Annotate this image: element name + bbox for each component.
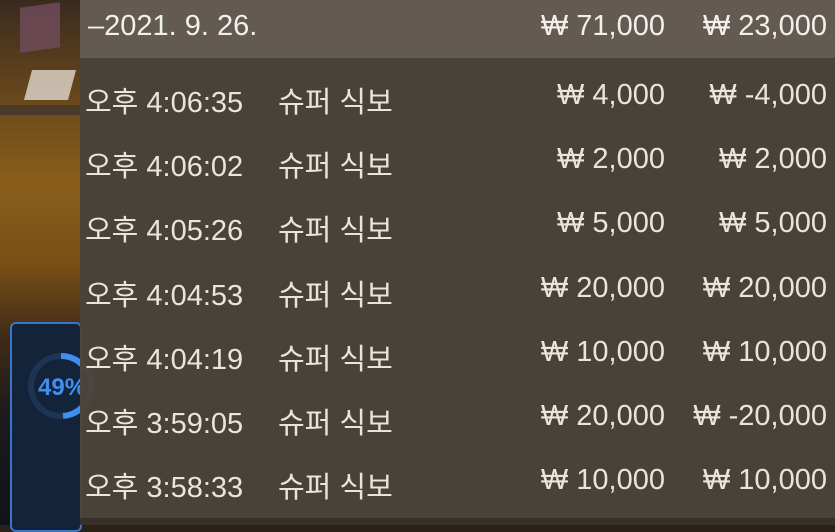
transaction-row[interactable]: 오후 4:04:53 슈퍼 식보 ₩ 20,000 ₩ 20,000: [80, 258, 835, 322]
transaction-balance: ₩ -4,000: [709, 79, 827, 111]
transaction-merchant: 슈퍼 식보: [278, 215, 393, 247]
transaction-balance: ₩ 10,000: [702, 464, 827, 496]
transaction-amount: ₩ 10,000: [540, 336, 665, 368]
transaction-amount: ₩ 5,000: [557, 207, 665, 239]
transaction-merchant: 슈퍼 식보: [278, 280, 393, 312]
transaction-balance: ₩ 5,000: [719, 207, 827, 239]
transaction-time: 오후 4:06:02: [85, 151, 244, 183]
transaction-merchant: 슈퍼 식보: [278, 472, 393, 504]
background-decoration: [23, 70, 77, 100]
transaction-balance: ₩ 20,000: [702, 272, 827, 304]
transaction-time: 오후 4:04:53: [85, 280, 244, 312]
date-label: –2021. 9. 26.: [88, 10, 258, 42]
transaction-balance: ₩ 10,000: [702, 336, 827, 368]
background-decoration: [20, 2, 60, 53]
transaction-time: 오후 4:06:35: [85, 87, 244, 119]
transaction-amount: ₩ 20,000: [540, 272, 665, 304]
transaction-row[interactable]: 오후 3:58:33 슈퍼 식보 ₩ 10,000 ₩ 10,000: [80, 450, 835, 514]
transaction-time: 오후 4:05:26: [85, 215, 244, 247]
transaction-amount: ₩ 20,000: [540, 400, 665, 432]
transaction-amount: ₩ 2,000: [557, 143, 665, 175]
transaction-row[interactable]: 오후 4:06:02 슈퍼 식보 ₩ 2,000 ₩ 2,000: [80, 129, 835, 193]
transaction-time: 오후 3:59:05: [85, 408, 244, 440]
transaction-row[interactable]: 오후 3:59:05 슈퍼 식보 ₩ 20,000 ₩ -20,000: [80, 386, 835, 450]
transaction-row[interactable]: 오후 4:04:19 슈퍼 식보 ₩ 10,000 ₩ 10,000: [80, 322, 835, 386]
transaction-merchant: 슈퍼 식보: [278, 408, 393, 440]
transaction-amount: ₩ 10,000: [540, 464, 665, 496]
transaction-time: 오후 3:58:33: [85, 472, 244, 504]
transaction-merchant: 슈퍼 식보: [278, 87, 393, 119]
background-decoration: [0, 105, 80, 115]
transaction-row[interactable]: 오후 4:05:26 슈퍼 식보 ₩ 5,000 ₩ 5,000: [80, 193, 835, 257]
bottom-edge: [80, 518, 835, 525]
transaction-row[interactable]: 오후 4:06:35 슈퍼 식보 ₩ 4,000 ₩ -4,000: [80, 65, 835, 129]
transaction-balance: ₩ -20,000: [693, 400, 827, 432]
transaction-merchant: 슈퍼 식보: [278, 344, 393, 376]
transaction-merchant: 슈퍼 식보: [278, 151, 393, 183]
total-balance: ₩ 23,000: [702, 10, 827, 42]
date-header[interactable]: –2021. 9. 26. ₩ 71,000 ₩ 23,000: [80, 0, 835, 58]
transaction-panel: –2021. 9. 26. ₩ 71,000 ₩ 23,000 오후 4:06:…: [80, 0, 835, 525]
gauge-percent: 49%: [38, 374, 87, 401]
total-amount: ₩ 71,000: [540, 10, 665, 42]
transaction-balance: ₩ 2,000: [719, 143, 827, 175]
transaction-time: 오후 4:04:19: [85, 344, 244, 376]
transaction-amount: ₩ 4,000: [557, 79, 665, 111]
